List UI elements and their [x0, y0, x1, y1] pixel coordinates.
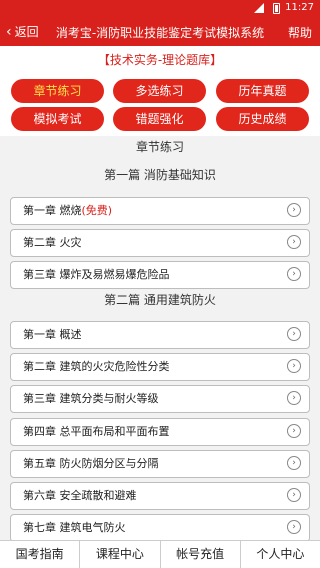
chapter-label: 第三章 爆炸及易燃易爆危险品: [23, 268, 170, 281]
nav-course-center[interactable]: 课程中心: [80, 541, 161, 568]
chevron-right-icon: ›: [287, 520, 301, 534]
chevron-right-icon: ›: [287, 359, 301, 373]
tab-past-exams[interactable]: 历年真题: [216, 79, 309, 103]
bottom-nav: 国考指南 课程中心 帐号充值 个人中心: [0, 540, 320, 568]
chevron-right-icon: ›: [287, 267, 301, 281]
chapter-label: 第二章 建筑的火灾危险性分类: [23, 360, 170, 373]
tab-history-scores[interactable]: 历史成绩: [216, 107, 309, 131]
part-title: 第一篇 消防基础知识: [104, 168, 216, 182]
tab-wrong-questions[interactable]: 错题强化: [113, 107, 206, 131]
status-bar: 11:27: [0, 0, 320, 17]
chevron-right-icon: ›: [287, 235, 301, 249]
chevron-right-icon: ›: [287, 327, 301, 341]
nav-account-recharge[interactable]: 帐号充值: [161, 541, 241, 568]
chapter-label: 第五章 防火防烟分区与分隔: [23, 457, 159, 470]
tab-chapter-practice[interactable]: 章节练习: [11, 79, 104, 103]
page-title: 消考宝-消防职业技能鉴定考试模拟系统: [55, 26, 265, 40]
tab-mock-exam[interactable]: 模拟考试: [11, 107, 104, 131]
chapter-label: 第一章 概述: [23, 328, 82, 341]
chevron-right-icon: ›: [287, 488, 301, 502]
battery-icon: [273, 3, 280, 14]
tab-grid: 章节练习 多选练习 历年真题 模拟考试 错题强化 历史成绩: [0, 74, 320, 136]
chapter-item[interactable]: 第四章 总平面布局和平面布置 ›: [10, 418, 310, 446]
chapter-label: 第七章 建筑电气防火: [23, 521, 126, 534]
part-title: 第二篇 通用建筑防火: [104, 293, 216, 307]
chapter-label: 第一章 燃烧(免费): [23, 204, 113, 217]
chapter-item[interactable]: 第三章 爆炸及易燃易爆危险品 ›: [10, 261, 310, 289]
nav-exam-guide[interactable]: 国考指南: [0, 541, 81, 568]
nav-bar: ‹ 返回 消考宝-消防职业技能鉴定考试模拟系统 帮助: [0, 17, 320, 46]
chapter-item[interactable]: 第一章 概述 ›: [10, 321, 310, 349]
chapter-item[interactable]: 第七章 建筑电气防火 ›: [10, 514, 310, 542]
free-tag: (免费): [81, 204, 113, 217]
chapter-label: 第二章 火灾: [23, 236, 82, 249]
chapter-label: 第六章 安全疏散和避难: [23, 489, 137, 502]
chevron-right-icon: ›: [287, 424, 301, 438]
chapter-item[interactable]: 第五章 防火防烟分区与分隔 ›: [10, 450, 310, 478]
chevron-right-icon: ›: [287, 391, 301, 405]
chapter-item[interactable]: 第二章 建筑的火灾危险性分类 ›: [10, 353, 310, 381]
chapter-item[interactable]: 第六章 安全疏散和避难 ›: [10, 482, 310, 510]
chevron-right-icon: ›: [287, 203, 301, 217]
chapter-label: 第四章 总平面布局和平面布置: [23, 425, 170, 438]
signal-icon: [254, 3, 264, 13]
nav-personal-center[interactable]: 个人中心: [241, 541, 320, 568]
section-title: 章节练习: [135, 140, 184, 154]
chapter-item[interactable]: 第一章 燃烧(免费) ›: [10, 197, 310, 225]
bank-title: 【技术实务-理论题库】: [0, 46, 320, 74]
tab-multi-choice[interactable]: 多选练习: [113, 79, 206, 103]
help-button[interactable]: 帮助: [288, 24, 312, 41]
chevron-right-icon: ›: [287, 456, 301, 470]
status-time: 11:27: [285, 2, 314, 13]
chapter-item[interactable]: 第二章 火灾 ›: [10, 229, 310, 257]
chapter-item[interactable]: 第三章 建筑分类与耐火等级 ›: [10, 385, 310, 413]
chapter-label: 第三章 建筑分类与耐火等级: [23, 392, 159, 405]
